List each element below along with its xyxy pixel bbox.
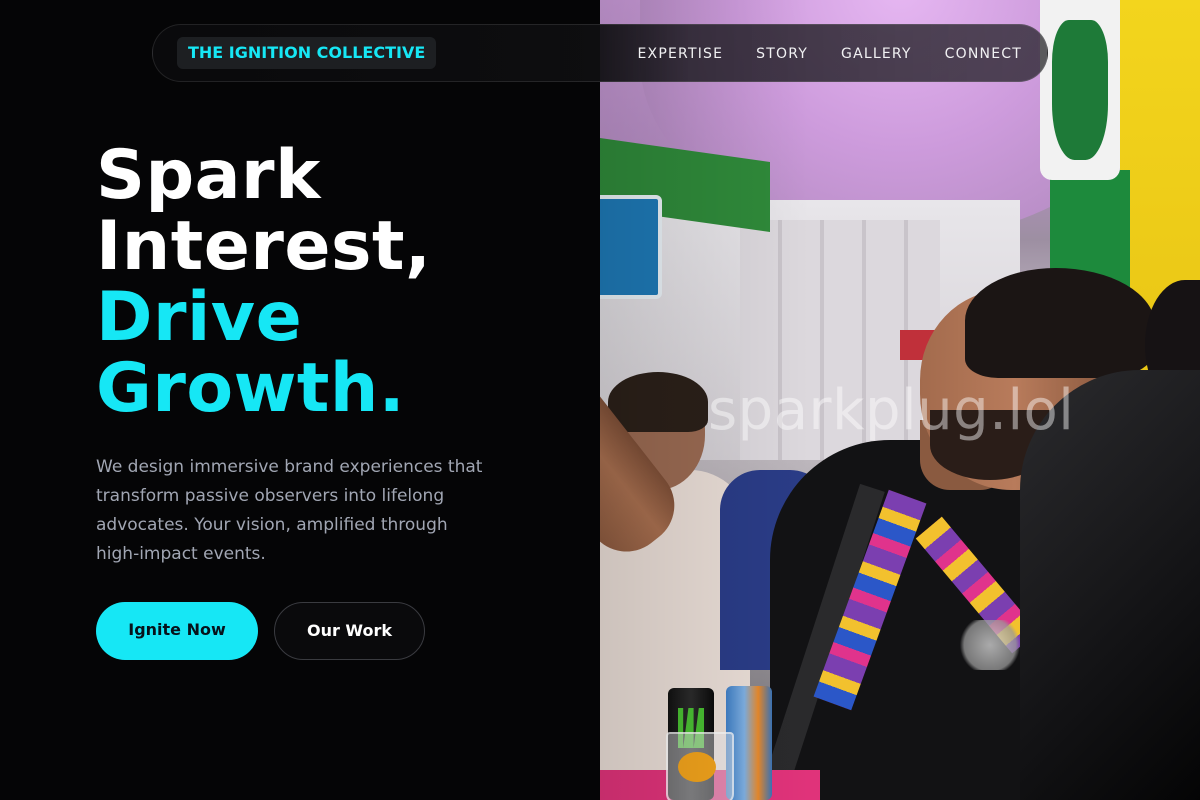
- nav-link-gallery[interactable]: GALLERY: [841, 46, 912, 62]
- hero-photo: sparkplug.lol: [600, 0, 1200, 800]
- photo-watermark: sparkplug.lol: [708, 378, 1075, 443]
- our-work-button[interactable]: Our Work: [274, 602, 425, 660]
- headline-line-1: Spark: [96, 136, 321, 215]
- landing-page: sparkplug.lol THE IGNITION COLLECTIVE EX…: [0, 0, 1200, 800]
- headline-line-3: Drive: [96, 278, 303, 357]
- nav-link-connect[interactable]: CONNECT: [945, 46, 1022, 62]
- nav-link-expertise[interactable]: EXPERTISE: [638, 46, 724, 62]
- hero-headline: Spark Interest, Drive Growth.: [96, 140, 576, 424]
- nav-link-story[interactable]: STORY: [756, 46, 808, 62]
- ignite-now-button[interactable]: Ignite Now: [96, 602, 258, 660]
- nav-links: EXPERTISE STORY GALLERY CONNECT: [638, 25, 1022, 83]
- headline-line-4: Growth.: [96, 349, 406, 428]
- hero-description: We design immersive brand experiences th…: [96, 457, 483, 564]
- headline-line-2: Interest,: [96, 207, 432, 286]
- top-nav: THE IGNITION COLLECTIVE EXPERTISE STORY …: [152, 24, 1048, 82]
- brand-logo[interactable]: THE IGNITION COLLECTIVE: [177, 37, 437, 69]
